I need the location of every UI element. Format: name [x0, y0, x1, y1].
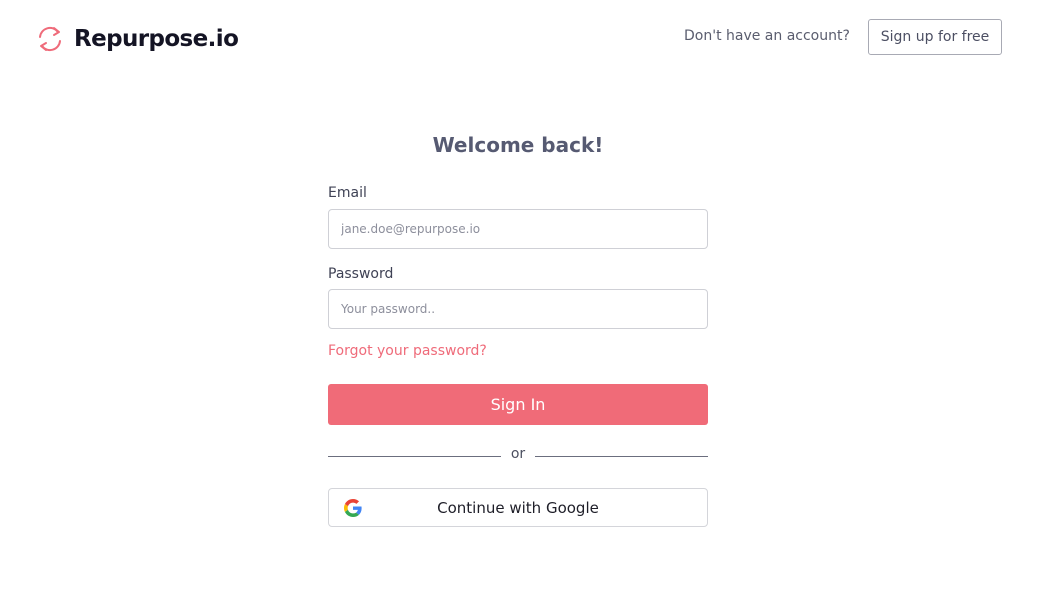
continue-with-google-button[interactable]: Continue with Google [328, 488, 708, 527]
password-field[interactable] [328, 289, 708, 329]
page-title: Welcome back! [432, 133, 604, 157]
or-divider: or [328, 446, 708, 464]
forgot-password-link[interactable]: Forgot your password? [328, 343, 487, 359]
divider-line-left [328, 456, 501, 457]
google-g-icon [344, 499, 362, 517]
refresh-arrows-icon [36, 24, 64, 54]
sign-in-button[interactable]: Sign In [328, 384, 708, 425]
brand-logo[interactable]: Repurpose.io [36, 23, 239, 55]
brand-name: Repurpose.io [74, 26, 239, 52]
divider-text: or [510, 446, 526, 462]
divider-line-right [535, 456, 708, 457]
signup-button[interactable]: Sign up for free [868, 19, 1002, 55]
password-label: Password [328, 266, 394, 282]
email-label: Email [328, 185, 367, 201]
email-field[interactable] [328, 209, 708, 249]
account-prompt-text: Don't have an account? [684, 28, 850, 44]
top-header: Repurpose.io Don't have an account? Sign… [0, 0, 1047, 76]
google-button-label: Continue with Google [437, 498, 599, 517]
